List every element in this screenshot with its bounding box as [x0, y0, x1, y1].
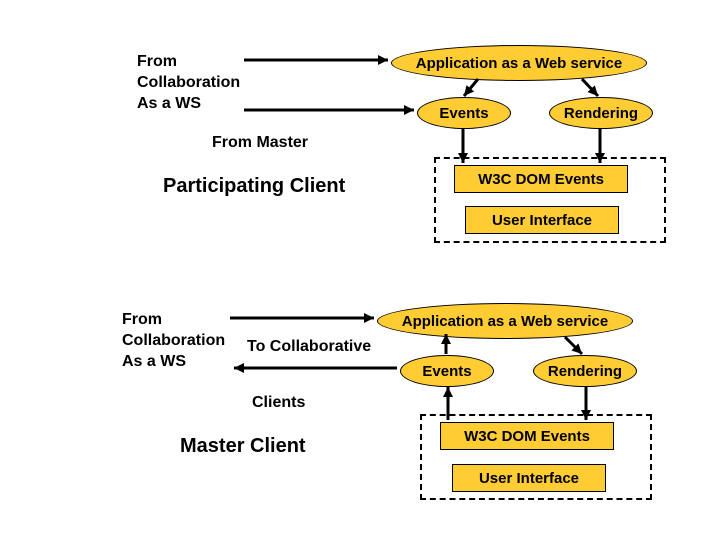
rendering-text-upper: Rendering [564, 105, 638, 122]
w3c-text-lower: W3C DOM Events [464, 428, 590, 445]
from-collab-label-upper: From Collaboration As a WS [137, 52, 240, 114]
app-ws-text-upper: Application as a Web service [416, 55, 622, 72]
rendering-ellipse-upper: Rendering [549, 97, 653, 129]
rendering-ellipse-lower: Rendering [533, 355, 637, 387]
app-ws-text-lower: Application as a Web service [402, 313, 608, 330]
app-ws-ellipse-upper: Application as a Web service [391, 45, 647, 81]
w3c-text-upper: W3C DOM Events [478, 171, 604, 188]
ui-text-upper: User Interface [492, 212, 592, 229]
events-text-lower: Events [422, 363, 471, 380]
events-text-upper: Events [439, 105, 488, 122]
app-ws-ellipse-lower: Application as a Web service [377, 303, 633, 339]
participating-client-title: Participating Client [163, 175, 345, 198]
from-collab-label-lower: From Collaboration As a WS [122, 310, 225, 372]
ui-text-lower: User Interface [479, 470, 579, 487]
ui-box-lower: User Interface [452, 464, 606, 492]
w3c-box-lower: W3C DOM Events [440, 422, 614, 450]
from-master-label: From Master [212, 134, 308, 152]
events-ellipse-upper: Events [417, 97, 511, 129]
rendering-text-lower: Rendering [548, 363, 622, 380]
events-ellipse-lower: Events [400, 355, 494, 387]
ui-box-upper: User Interface [465, 206, 619, 234]
w3c-box-upper: W3C DOM Events [454, 165, 628, 193]
clients-label: Clients [252, 394, 305, 412]
master-client-title: Master Client [180, 435, 306, 458]
to-collaborative-label: To Collaborative [247, 338, 371, 356]
